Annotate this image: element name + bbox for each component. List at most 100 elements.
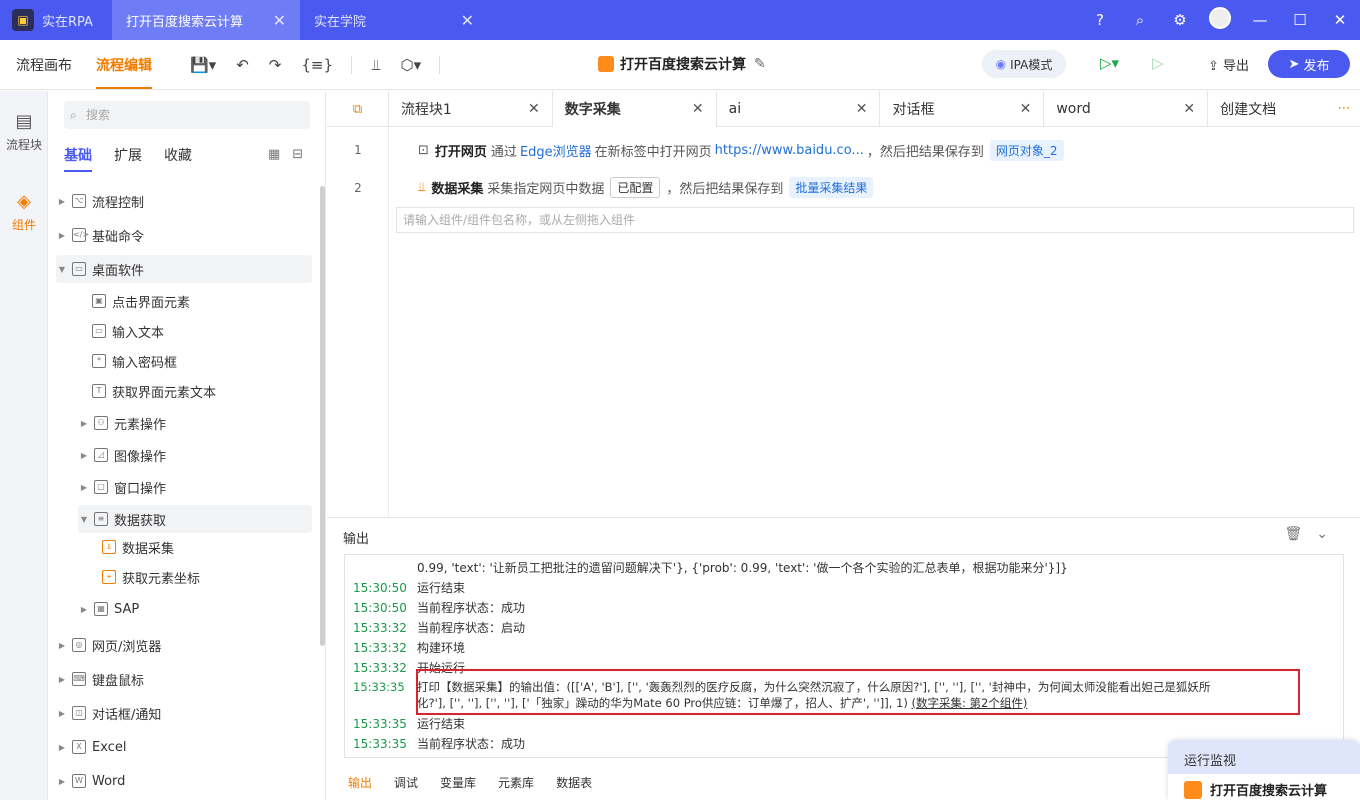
canvas-tab[interactable]: 流程画布 <box>16 55 72 75</box>
highlight-box <box>416 669 1300 715</box>
step-data-collect[interactable]: ⫫ 数据采集 采集指定网页中数据 已配置 ，然后把结果保存到 批量采集结果 <box>418 177 874 198</box>
excel-icon: X <box>72 740 86 754</box>
output-variable[interactable]: 批量采集结果 <box>789 177 874 198</box>
node-label: 窗口操作 <box>114 481 167 497</box>
tree-node-desktop[interactable]: ▼ ▭ 桌面软件 <box>56 255 312 283</box>
search-input[interactable]: 搜索 <box>64 101 310 129</box>
tab-academy[interactable]: 实在学院 ✕ <box>300 0 488 40</box>
publish-button[interactable]: ➤ 发布 <box>1268 50 1350 78</box>
editor-tabs: ⧉ 流程块1 ✕ 数字采集 ✕ ai ✕ 对话框 ✕ word ✕ 创建文档 ⋯ <box>327 91 1360 127</box>
avatar[interactable] <box>1200 7 1240 33</box>
undo-icon[interactable]: ↶ <box>236 56 249 74</box>
nav-components[interactable]: ◈ 组件 <box>0 191 48 233</box>
tab-flow-block-1[interactable]: 流程块1 ✕ <box>389 91 553 127</box>
tab-word[interactable]: word ✕ <box>1044 91 1209 127</box>
help-icon[interactable]: ? <box>1080 11 1120 29</box>
tab-extend[interactable]: 扩展 <box>114 145 142 165</box>
tree-node-input-text[interactable]: ▭ 输入文本 <box>56 317 312 345</box>
tree-node-data-fetch[interactable]: ▼ ≡ 数据获取 <box>78 505 312 533</box>
run-icon[interactable]: ▷▾ <box>1100 54 1119 72</box>
close-tab-icon[interactable]: ✕ <box>856 101 868 117</box>
grid-icon[interactable]: ▦ <box>268 147 292 162</box>
node-label: 输入文本 <box>112 325 165 341</box>
tab-dialog[interactable]: 对话框 ✕ <box>880 91 1045 127</box>
tree-node-word[interactable]: ▶ W Word <box>56 767 312 795</box>
export-icon: ⇪ <box>1208 59 1224 74</box>
tree-node-excel[interactable]: ▶ X Excel <box>56 733 312 761</box>
monitor-flow-name: 打开百度搜索云计算 <box>1210 784 1328 799</box>
code-icon: </> <box>72 228 89 242</box>
close-tab-icon[interactable]: ✕ <box>528 101 540 117</box>
node-label: 元素操作 <box>114 417 167 433</box>
tree-node-get-text[interactable]: T 获取界面元素文本 <box>56 377 312 405</box>
search-icon[interactable]: ⌕ <box>1120 11 1160 29</box>
tab-debug[interactable]: 调试 <box>394 774 418 791</box>
url-link[interactable]: https://www.baidu.co... <box>715 143 864 158</box>
record-icon[interactable]: ⫫ <box>372 56 380 74</box>
tree-node-sap[interactable]: ▶ ▦ SAP <box>56 595 312 623</box>
tree-node-dialog[interactable]: ▶ ◫ 对话框/通知 <box>56 699 312 727</box>
maximize-icon[interactable]: ☐ <box>1280 11 1320 29</box>
tree-node-window-ops[interactable]: ▶ ▢ 窗口操作 <box>56 473 312 501</box>
log-text: 当前程序状态：启动 <box>417 621 526 635</box>
log-text: 当前程序状态：成功 <box>417 601 526 615</box>
variables-icon[interactable]: {≡} <box>301 56 333 74</box>
close-icon[interactable]: ✕ <box>1320 11 1360 29</box>
collapse-icon[interactable]: ⌄ <box>1316 526 1342 542</box>
node-label: 获取元素坐标 <box>122 571 201 587</box>
tab-create-doc[interactable]: 创建文档 <box>1208 91 1328 127</box>
copy-icon[interactable]: ⧉ <box>327 91 389 127</box>
log-time: 15:30:50 <box>353 581 407 595</box>
export-button[interactable]: ⇪ 导出 <box>1208 55 1249 74</box>
edit-pencil-icon[interactable]: ✎ <box>754 56 766 72</box>
configured-badge[interactable]: 已配置 <box>610 177 661 198</box>
tree-node-click-element[interactable]: ▣ 点击界面元素 <box>56 287 312 315</box>
close-tab-icon[interactable]: ✕ <box>1183 101 1195 117</box>
edit-tab[interactable]: 流程编辑 <box>96 55 152 89</box>
log-line: 15:33:35 运行结束 <box>353 715 465 732</box>
tab-current-flow[interactable]: 打开百度搜索云计算 ✕ <box>112 0 300 40</box>
close-tab-icon[interactable]: ✕ <box>273 11 286 30</box>
tree-node-keyboard-mouse[interactable]: ▶ ⌨ 键盘鼠标 <box>56 665 312 693</box>
redo-icon[interactable]: ↷ <box>269 56 282 74</box>
panel-scrollbar[interactable] <box>320 186 325 646</box>
tree-node-element-coords[interactable]: ⌖ 获取元素坐标 <box>56 563 312 591</box>
tree-node-data-collect[interactable]: ⫫ 数据采集 <box>56 533 312 561</box>
nav-flow-blocks[interactable]: ▤ 流程块 <box>0 111 48 153</box>
clear-icon[interactable]: 🗑 <box>1284 526 1316 542</box>
collapse-all-icon[interactable]: ⊟ <box>292 147 315 162</box>
more-tabs-icon[interactable]: ⋯ <box>1328 91 1360 126</box>
tree-node-element-ops[interactable]: ▶ ⚇ 元素操作 <box>56 409 312 437</box>
component-panel: 搜索 基础 扩展 收藏 ▦⊟ ▶⌥流程控制 ▶</>基础命令 ▼▭桌面软件 ▣点… <box>48 91 326 800</box>
minimize-icon[interactable]: — <box>1240 11 1280 29</box>
tab-home[interactable]: ▣ 实在RPA <box>0 0 112 40</box>
tree-node-web[interactable]: ▶ ◎ 网页/浏览器 <box>56 631 312 659</box>
tab-data-table[interactable]: 数据表 <box>556 774 592 791</box>
tab-digital-collect[interactable]: 数字采集 ✕ <box>552 91 717 127</box>
tree-node-flow-control[interactable]: ▶ ⌥ 流程控制 <box>56 187 312 215</box>
ipa-mode-button[interactable]: ◉ IPA模式 <box>982 50 1066 78</box>
run-step-icon[interactable]: ▷ <box>1152 54 1164 72</box>
tree-node-basic-commands[interactable]: ▶ </> 基础命令 <box>56 221 312 249</box>
flow-icon <box>1184 780 1202 799</box>
output-variable[interactable]: 网页对象_2 <box>989 140 1064 161</box>
tab-elements[interactable]: 元素库 <box>498 774 534 791</box>
tab-basic[interactable]: 基础 <box>64 145 92 172</box>
browser-link[interactable]: Edge浏览器 <box>520 141 592 160</box>
tab-ai[interactable]: ai ✕ <box>717 91 881 127</box>
close-tab-icon[interactable]: ✕ <box>692 101 704 117</box>
save-icon[interactable]: 💾▾ <box>190 56 216 74</box>
tab-favorites[interactable]: 收藏 <box>164 145 192 165</box>
step-open-webpage[interactable]: ⊡ 打开网页 通过 Edge浏览器 在新标签中打开网页 https://www.… <box>418 140 1064 161</box>
ai-icon[interactable]: ⬡▾ <box>400 56 421 74</box>
settings-icon[interactable]: ⚙ <box>1160 11 1200 29</box>
close-tab-icon[interactable]: ✕ <box>461 11 474 30</box>
tree-node-password[interactable]: * 输入密码框 <box>56 347 312 375</box>
tab-variables[interactable]: 变量库 <box>440 774 476 791</box>
step-text: 在新标签中打开网页 <box>594 145 712 160</box>
add-component-input[interactable]: 请输入组件/组件包名称，或从左侧拖入组件 <box>396 207 1354 233</box>
close-tab-icon[interactable]: ✕ <box>1020 101 1032 117</box>
tree-node-image-ops[interactable]: ▶ ◿ 图像操作 <box>56 441 312 469</box>
tab-output[interactable]: 输出 <box>348 774 372 791</box>
run-monitor[interactable]: 运行监视 打开百度搜索云计算 <box>1168 740 1360 800</box>
